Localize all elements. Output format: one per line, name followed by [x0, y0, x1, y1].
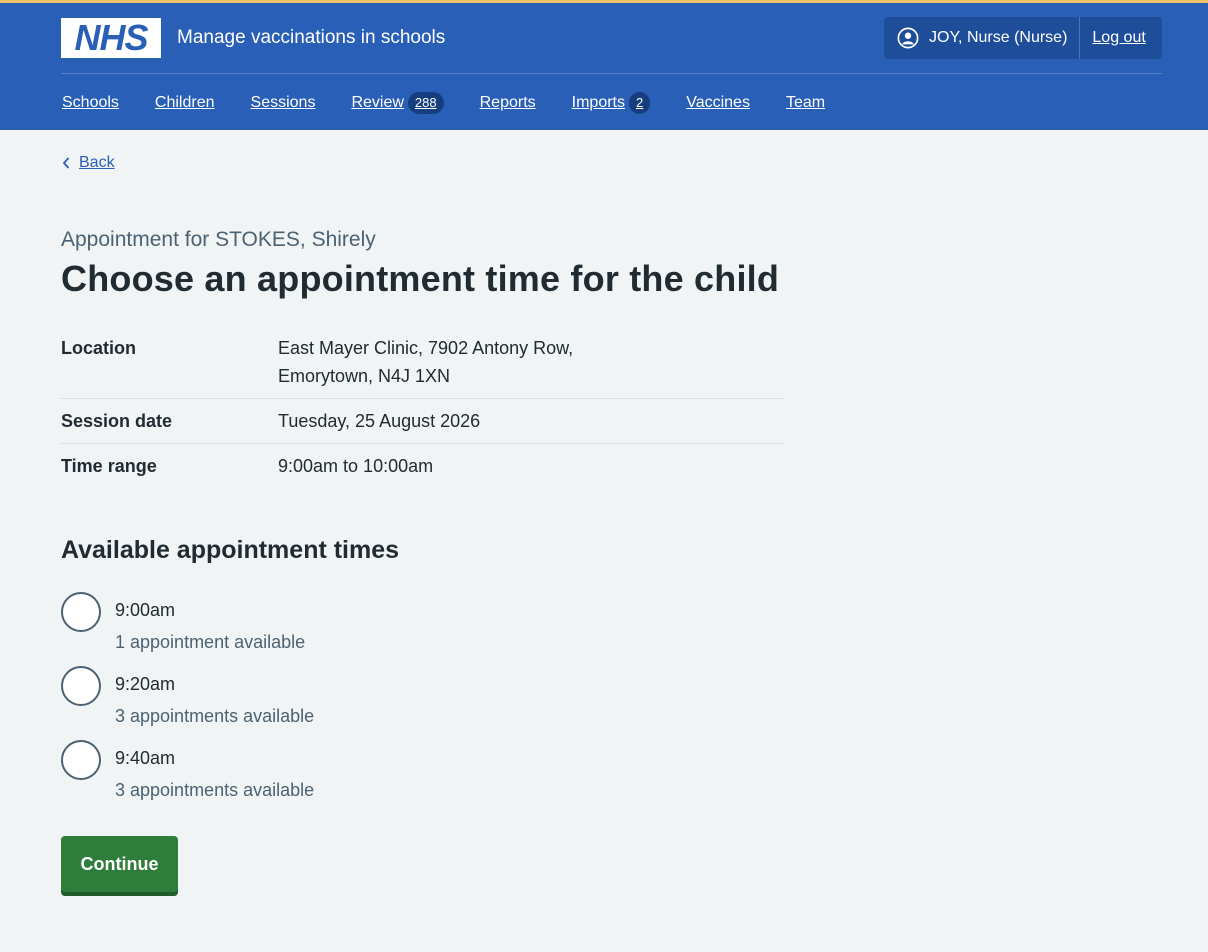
location-line-2: Emorytown, N4J 1XN — [278, 366, 451, 386]
summary-key: Session date — [61, 411, 173, 431]
nav-item-sessions[interactable]: Sessions — [251, 94, 316, 112]
nhs-logo[interactable]: NHS — [61, 18, 161, 58]
nhs-logo-text: NHS — [74, 17, 148, 58]
primary-nav: Schools Children Sessions Review 288 Repo… — [62, 89, 861, 117]
continue-button[interactable]: Continue — [61, 836, 178, 892]
summary-row-session-date: Session date Tuesday, 25 August 2026 — [61, 407, 784, 444]
radio-hint: 3 appointments available — [115, 780, 315, 800]
radio-button-920[interactable] — [61, 666, 101, 706]
nav-item-label: Children — [154, 94, 215, 111]
radio-button-940[interactable] — [61, 740, 101, 780]
chevron-left-icon — [62, 157, 70, 169]
radio-hint: 1 appointment available — [115, 632, 306, 652]
nav-item-reports[interactable]: Reports — [480, 94, 536, 112]
summary-key: Location — [61, 338, 136, 358]
nav-item-imports[interactable]: Imports 2 — [572, 92, 651, 114]
summary-value: East Mayer Clinic, 7902 Antony Row, Emor… — [278, 334, 784, 390]
service-name[interactable]: Manage vaccinations in schools — [177, 26, 445, 50]
nav-item-label: Vaccines — [686, 94, 750, 111]
session-summary-list: Location East Mayer Clinic, 7902 Antony … — [61, 334, 784, 496]
radio-label[interactable]: 9:20am — [115, 674, 175, 695]
account-menu: JOY, Nurse (Nurse) Log out — [884, 17, 1162, 59]
account-user-label: JOY, Nurse (Nurse) — [929, 29, 1068, 46]
radio-button-900[interactable] — [61, 592, 101, 632]
nav-item-label: Reports — [479, 94, 536, 111]
nav-item-review[interactable]: Review 288 — [351, 92, 444, 114]
account-user: JOY, Nurse (Nurse) — [884, 17, 1081, 59]
header-divider — [61, 73, 1162, 74]
summary-value: Tuesday, 25 August 2026 — [278, 411, 481, 431]
user-icon — [897, 27, 919, 49]
logout-link[interactable]: Log out — [1080, 29, 1145, 47]
summary-row-time-range: Time range 9:00am to 10:00am — [61, 452, 784, 488]
nav-item-label: Sessions — [250, 94, 316, 111]
back-link-label: Back — [79, 154, 115, 171]
radio-label[interactable]: 9:00am — [115, 600, 175, 621]
review-count-badge: 288 — [407, 92, 444, 114]
nav-item-label: Schools — [62, 94, 119, 111]
back-link[interactable]: Back — [61, 154, 115, 172]
imports-count-badge: 2 — [628, 92, 651, 114]
summary-value: 9:00am to 10:00am — [278, 456, 434, 476]
nav-item-label: Imports — [571, 94, 625, 111]
nav-item-label: Review — [351, 94, 404, 111]
nav-item-children[interactable]: Children — [155, 94, 215, 112]
nav-item-label: Team — [785, 94, 826, 111]
radio-hint: 3 appointments available — [115, 706, 315, 726]
location-line-1: East Mayer Clinic, 7902 Antony Row, — [278, 338, 574, 358]
summary-key: Time range — [61, 456, 157, 476]
nav-item-schools[interactable]: Schools — [62, 94, 119, 112]
page-caption: Appointment for STOKES, Shirely — [61, 228, 376, 251]
nav-item-vaccines[interactable]: Vaccines — [686, 94, 750, 112]
available-times-heading: Available appointment times — [61, 536, 400, 564]
summary-row-location: Location East Mayer Clinic, 7902 Antony … — [61, 334, 784, 399]
header: NHS Manage vaccinations in schools JOY, … — [0, 0, 1208, 130]
page-title: Choose an appointment time for the child — [61, 258, 780, 299]
radio-label[interactable]: 9:40am — [115, 748, 175, 769]
nav-item-team[interactable]: Team — [786, 94, 825, 112]
